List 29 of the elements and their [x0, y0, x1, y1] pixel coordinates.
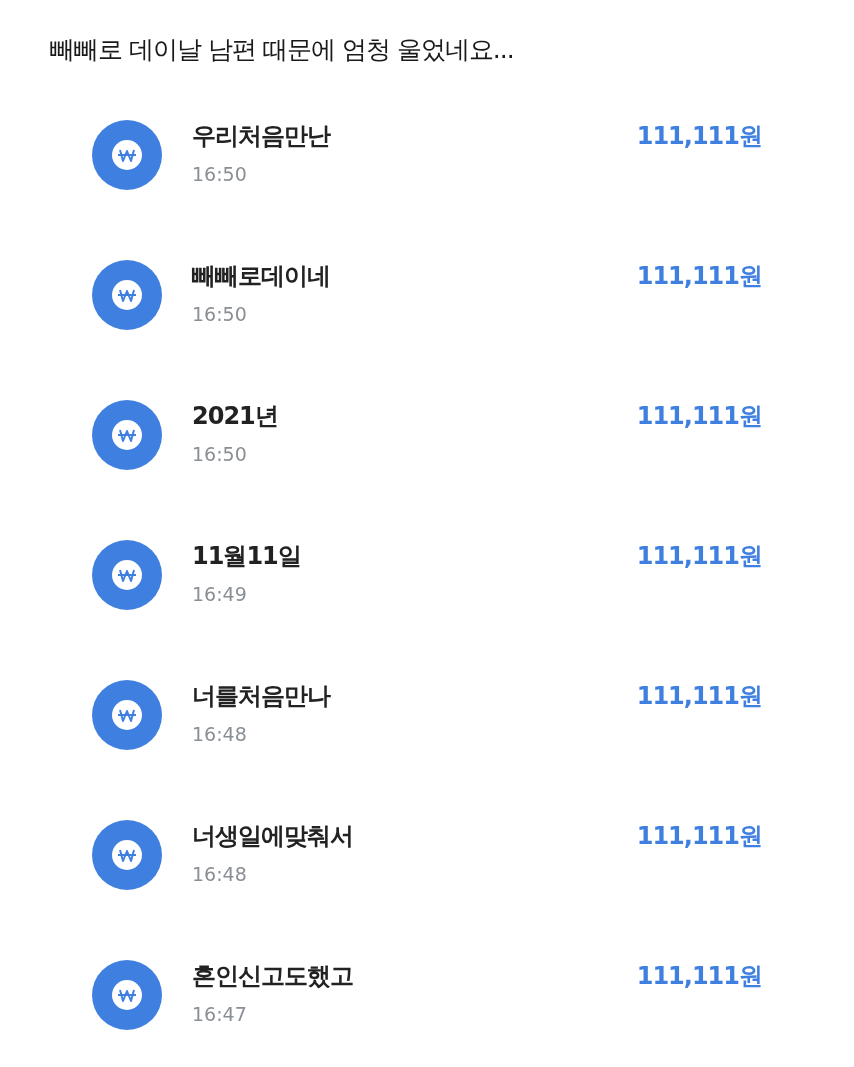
won-icon	[92, 960, 162, 1030]
transaction-amount: 111,111원	[636, 821, 762, 852]
transaction-amount: 111,111원	[636, 541, 762, 572]
won-icon	[92, 540, 162, 610]
won-icon	[92, 400, 162, 470]
transaction-time: 16:50	[192, 442, 248, 466]
transaction-amount: 111,111원	[636, 961, 762, 992]
won-icon	[92, 260, 162, 330]
transaction-time: 16:49	[192, 582, 248, 606]
transaction-name: 우리처음만난	[192, 121, 332, 152]
transaction-name: 빼빼로데이네	[192, 261, 331, 292]
transaction-time: 16:50	[192, 162, 248, 186]
transaction-name: 2021년	[192, 401, 279, 432]
won-icon	[92, 680, 162, 750]
transaction-amount: 111,111원	[636, 121, 762, 152]
won-icon	[92, 820, 162, 890]
transaction-name: 11월11일	[192, 541, 302, 572]
transaction-time: 16:48	[192, 722, 248, 746]
transaction-amount: 111,111원	[636, 261, 762, 292]
transaction-time: 16:50	[192, 302, 248, 326]
transaction-amount: 111,111원	[636, 681, 762, 712]
post-title: 빼빼로 데이날 남편 때문에 엄청 울었네요...	[49, 34, 515, 66]
transaction-name: 혼인신고도했고	[192, 961, 354, 992]
won-icon	[92, 120, 162, 190]
transaction-amount: 111,111원	[636, 401, 762, 432]
transaction-time: 16:47	[192, 1002, 248, 1026]
transaction-name: 너생일에맞춰서	[192, 821, 354, 852]
transaction-time: 16:48	[192, 862, 248, 886]
transaction-name: 너를처음만나	[192, 681, 332, 712]
